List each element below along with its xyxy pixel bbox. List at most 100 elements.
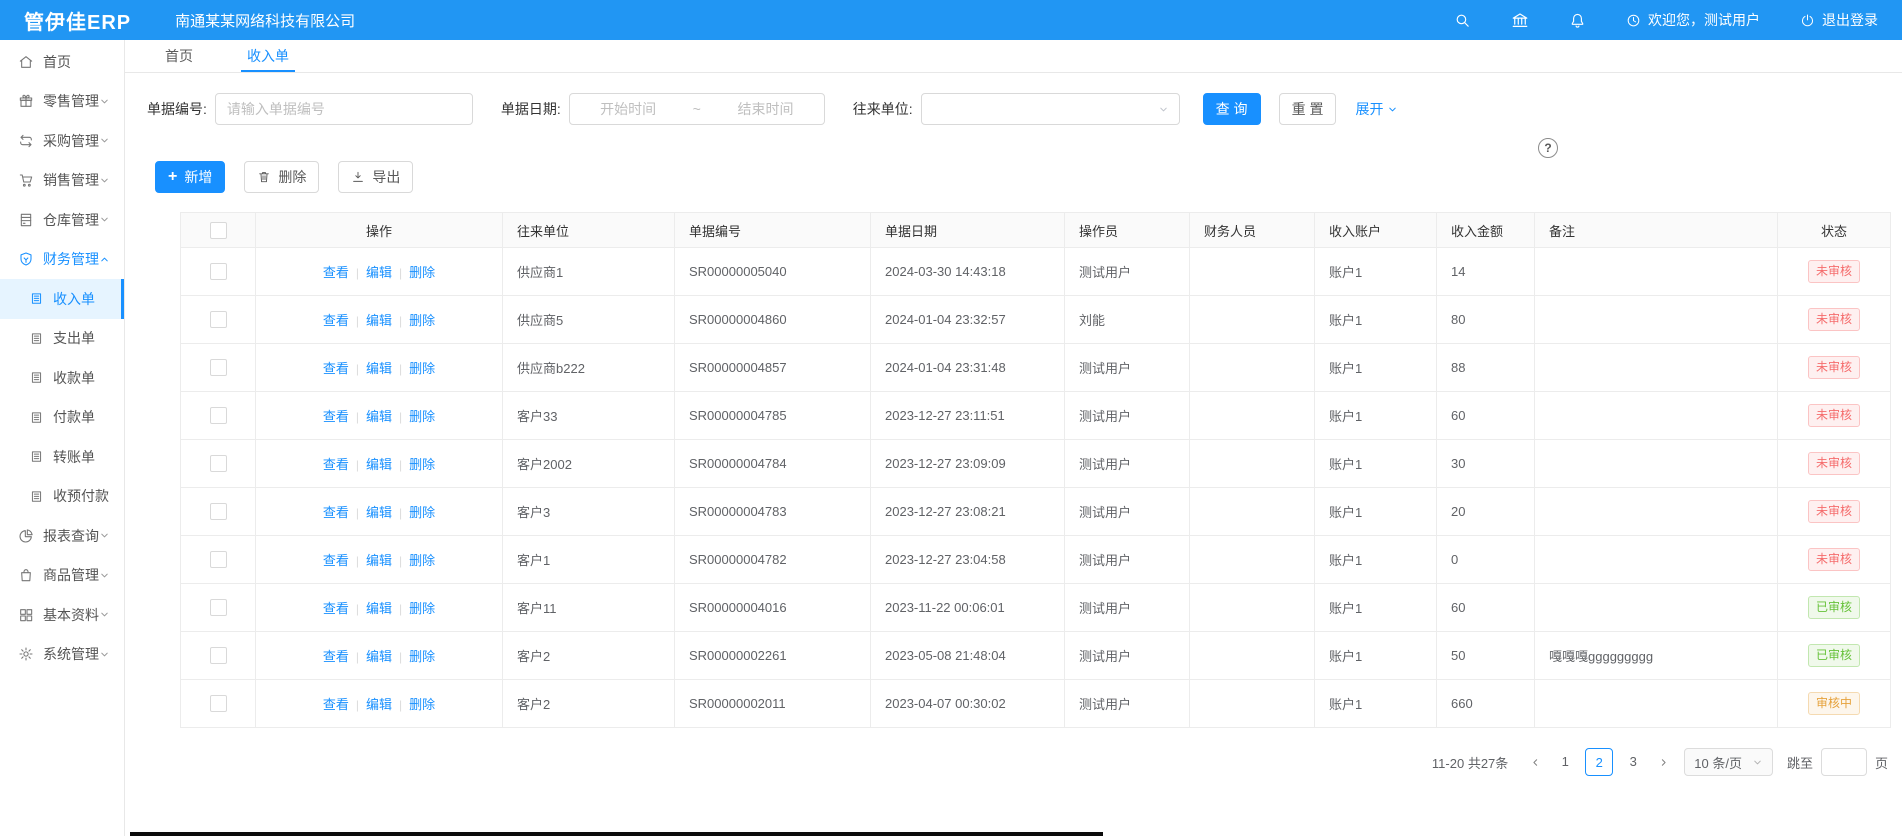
grid-icon — [18, 607, 34, 623]
edit-link[interactable]: 编辑 — [366, 361, 392, 376]
page-button-2-current[interactable]: 2 — [1585, 748, 1613, 776]
tab-income-bill[interactable]: 收入单 — [241, 40, 295, 72]
view-link[interactable]: 查看 — [323, 313, 349, 328]
view-link[interactable]: 查看 — [323, 361, 349, 376]
reset-button[interactable]: 重 置 — [1279, 93, 1337, 125]
view-link[interactable]: 查看 — [323, 601, 349, 616]
sidebar-item-payment-bill[interactable]: 付款单 — [0, 398, 124, 438]
view-link[interactable]: 查看 — [323, 697, 349, 712]
row-checkbox[interactable] — [210, 503, 227, 520]
row-checkbox[interactable] — [210, 359, 227, 376]
operator-cell: 测试用户 — [1065, 632, 1190, 680]
welcome-user[interactable]: 欢迎您，测试用户 — [1626, 10, 1760, 30]
search-button[interactable]: 查 询 — [1203, 93, 1261, 125]
view-link[interactable]: 查看 — [323, 649, 349, 664]
delete-link[interactable]: 删除 — [409, 649, 435, 664]
next-page-button[interactable] — [1650, 748, 1676, 776]
edit-link[interactable]: 编辑 — [366, 457, 392, 472]
edit-link[interactable]: 编辑 — [366, 649, 392, 664]
delete-link[interactable]: 删除 — [409, 697, 435, 712]
row-checkbox[interactable] — [210, 599, 227, 616]
partner-select[interactable] — [921, 93, 1180, 125]
chevron-down-icon — [1387, 104, 1398, 115]
pie-chart-icon — [18, 528, 34, 544]
delete-link[interactable]: 删除 — [409, 265, 435, 280]
jump-page-input[interactable] — [1821, 748, 1867, 776]
finance-cell — [1190, 536, 1315, 584]
sidebar-item-finance[interactable]: 财务管理 — [0, 240, 124, 280]
view-link[interactable]: 查看 — [323, 553, 349, 568]
export-button[interactable]: 导出 — [338, 161, 413, 193]
sidebar-item-home[interactable]: 首页 — [0, 42, 124, 82]
trash-icon — [257, 170, 271, 184]
delete-link[interactable]: 删除 — [409, 313, 435, 328]
sidebar-item-transfer-bill[interactable]: 转账单 — [0, 437, 124, 477]
page-button-3[interactable]: 3 — [1619, 748, 1647, 776]
sidebar-item-basic-data[interactable]: 基本资料 — [0, 595, 124, 635]
delete-link[interactable]: 删除 — [409, 361, 435, 376]
row-checkbox[interactable] — [210, 455, 227, 472]
sidebar-item-reports[interactable]: 报表查询 — [0, 516, 124, 556]
view-link[interactable]: 查看 — [323, 265, 349, 280]
date-range-picker[interactable]: 开始时间 ~ 结束时间 — [569, 93, 825, 125]
edit-link[interactable]: 编辑 — [366, 553, 392, 568]
row-checkbox[interactable] — [210, 311, 227, 328]
sidebar-item-prepaid-bill[interactable]: 收预付款 — [0, 477, 124, 517]
table-row: 查看|编辑|删除 供应商b222 SR00000004857 2024-01-0… — [181, 344, 1891, 392]
edit-link[interactable]: 编辑 — [366, 409, 392, 424]
finance-shield-icon — [18, 251, 34, 267]
logout-button[interactable]: 退出登录 — [1800, 10, 1878, 30]
page-size-select[interactable]: 10 条/页 — [1684, 748, 1773, 776]
delete-button[interactable]: 删除 — [244, 161, 319, 193]
delete-link[interactable]: 删除 — [409, 457, 435, 472]
sidebar-item-system[interactable]: 系统管理 — [0, 635, 124, 675]
view-link[interactable]: 查看 — [323, 457, 349, 472]
delete-link[interactable]: 删除 — [409, 409, 435, 424]
delete-link[interactable]: 删除 — [409, 601, 435, 616]
bell-icon[interactable] — [1569, 12, 1586, 29]
delete-link[interactable]: 删除 — [409, 553, 435, 568]
expand-filters-link[interactable]: 展开 — [1355, 99, 1398, 119]
chevron-down-icon — [99, 530, 110, 541]
sidebar-item-receipt-bill[interactable]: 收款单 — [0, 358, 124, 398]
sidebar-item-warehouse[interactable]: 仓库管理 — [0, 200, 124, 240]
edit-link[interactable]: 编辑 — [366, 601, 392, 616]
row-checkbox[interactable] — [210, 263, 227, 280]
view-link[interactable]: 查看 — [323, 505, 349, 520]
column-header-date: 单据日期 — [871, 213, 1065, 248]
edit-link[interactable]: 编辑 — [366, 265, 392, 280]
edit-link[interactable]: 编辑 — [366, 505, 392, 520]
add-button[interactable]: + 新增 — [155, 161, 225, 193]
remark-cell: 嘎嘎嘎ggggggggg — [1535, 632, 1778, 680]
sidebar-item-income-bill[interactable]: 收入单 — [0, 279, 124, 319]
sidebar-item-sales[interactable]: 销售管理 — [0, 161, 124, 201]
table-row: 查看|编辑|删除 客户2 SR00000002261 2023-05-08 21… — [181, 632, 1891, 680]
remark-cell — [1535, 248, 1778, 296]
row-checkbox[interactable] — [210, 551, 227, 568]
row-checkbox[interactable] — [210, 407, 227, 424]
prev-page-button[interactable] — [1522, 748, 1548, 776]
cart-icon — [18, 172, 34, 188]
sidebar-item-purchase[interactable]: 采购管理 — [0, 121, 124, 161]
finance-cell — [1190, 632, 1315, 680]
link-separator: | — [356, 554, 359, 568]
sidebar-item-expense-bill[interactable]: 支出单 — [0, 319, 124, 359]
gear-icon — [18, 646, 34, 662]
search-icon[interactable] — [1454, 12, 1471, 29]
select-all-checkbox[interactable] — [210, 222, 227, 239]
sidebar-item-retail[interactable]: 零售管理 — [0, 82, 124, 122]
edit-link[interactable]: 编辑 — [366, 697, 392, 712]
row-checkbox[interactable] — [210, 695, 227, 712]
bill-no-label: 单据编号: — [147, 99, 207, 119]
tab-home[interactable]: 首页 — [159, 40, 199, 72]
page-button-1[interactable]: 1 — [1551, 748, 1579, 776]
view-link[interactable]: 查看 — [323, 409, 349, 424]
bank-icon[interactable] — [1511, 11, 1529, 29]
delete-link[interactable]: 删除 — [409, 505, 435, 520]
row-checkbox[interactable] — [210, 647, 227, 664]
account-cell: 账户1 — [1315, 248, 1437, 296]
sidebar-item-goods[interactable]: 商品管理 — [0, 556, 124, 596]
edit-link[interactable]: 编辑 — [366, 313, 392, 328]
table-row: 查看|编辑|删除 客户33 SR00000004785 2023-12-27 2… — [181, 392, 1891, 440]
bill-no-input[interactable] — [215, 93, 473, 125]
